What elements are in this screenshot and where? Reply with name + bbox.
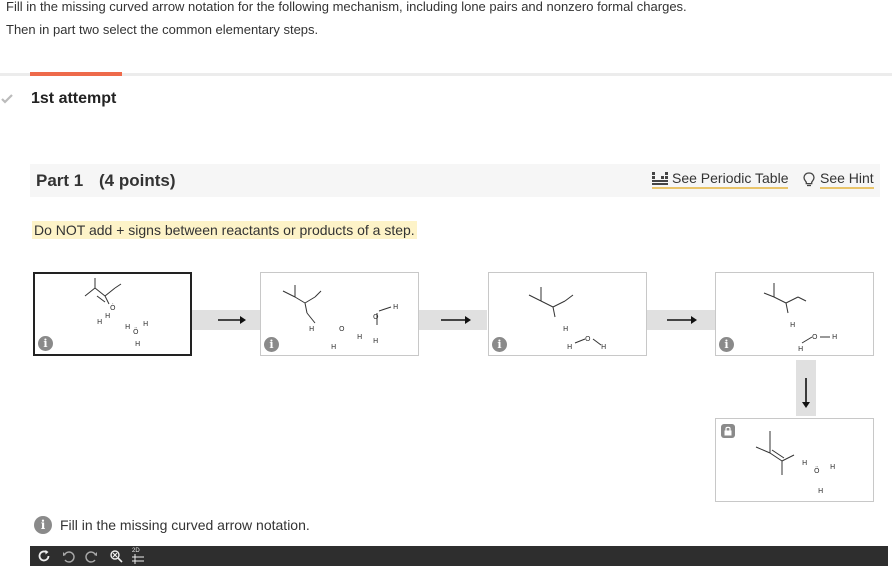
svg-text:H: H <box>798 345 803 353</box>
svg-text:H: H <box>143 320 148 328</box>
attempt-tab-accent <box>30 72 122 76</box>
step-4-info-icon[interactable]: i <box>719 337 734 352</box>
step-1-info-icon[interactable]: i <box>38 336 53 351</box>
svg-text:Ȯ: Ȯ <box>110 303 116 312</box>
svg-text:O: O <box>585 335 591 343</box>
hint-link[interactable]: See Hint <box>803 170 874 189</box>
svg-text:H: H <box>601 343 606 351</box>
step-3-canvas[interactable]: H O H H i <box>488 272 647 356</box>
editor-toolbar: 2D <box>30 546 888 566</box>
svg-text:H: H <box>790 321 795 329</box>
svg-text:H: H <box>563 325 568 333</box>
step-3-structure: H O H H <box>528 287 606 351</box>
svg-text:H: H <box>393 303 398 311</box>
step-1-canvas[interactable]: HȮ HH ÖH H i <box>33 272 192 356</box>
svg-text:H: H <box>97 318 102 326</box>
lightbulb-icon <box>803 172 815 187</box>
step-2-structure: H O H H O H H <box>282 285 398 351</box>
step-arrow-1 <box>192 310 260 330</box>
svg-text:H: H <box>331 343 336 351</box>
step-5-canvas[interactable]: HÖ HH <box>715 418 874 502</box>
svg-text:O: O <box>339 325 345 333</box>
step-arrow-3 <box>647 310 715 330</box>
svg-text:H: H <box>802 459 807 467</box>
step-4-canvas[interactable]: H O H H i <box>715 272 874 356</box>
attempt-divider <box>0 73 892 76</box>
zoom-icon[interactable] <box>108 548 124 564</box>
attempt-title[interactable]: 1st attempt <box>31 90 116 108</box>
warning-note: Do NOT add + signs between reactants or … <box>32 221 417 239</box>
step-arrow-4 <box>796 360 816 416</box>
svg-text:H: H <box>373 337 378 345</box>
instruction-line-1: Fill in the missing curved arrow notatio… <box>6 0 687 14</box>
svg-text:H: H <box>832 333 837 341</box>
svg-text:H: H <box>105 312 110 320</box>
part-title: Part 1 <box>36 171 84 190</box>
part-points: (4 points) <box>99 171 176 190</box>
svg-text:H: H <box>309 325 314 333</box>
svg-text:H: H <box>818 487 823 495</box>
step-5-structure: HÖ HH <box>755 431 835 495</box>
svg-text:O: O <box>812 333 818 341</box>
step-5-lock-icon <box>721 424 735 438</box>
refresh-icon[interactable] <box>36 548 52 564</box>
redo-icon[interactable] <box>84 548 100 564</box>
periodic-table-label: See Periodic Table <box>672 170 789 186</box>
fill-note-text: Fill in the missing curved arrow notatio… <box>60 517 310 533</box>
undo-icon[interactable] <box>60 548 76 564</box>
periodic-table-link[interactable]: See Periodic Table <box>652 170 789 189</box>
step-2-canvas[interactable]: H O H H O H H i <box>260 272 419 356</box>
svg-text:Ö: Ö <box>133 327 139 336</box>
svg-text:H: H <box>135 340 140 348</box>
step-2-info-icon[interactable]: i <box>264 337 279 352</box>
2d-view-icon[interactable]: 2D <box>132 548 148 564</box>
svg-text:Ö: Ö <box>814 466 820 475</box>
instruction-line-2: Then in part two select the common eleme… <box>6 22 319 37</box>
periodic-table-icon <box>652 171 668 185</box>
step-3-info-icon[interactable]: i <box>492 337 507 352</box>
hint-label: See Hint <box>820 170 874 189</box>
svg-text:O: O <box>373 313 379 321</box>
check-icon <box>1 94 13 104</box>
svg-text:H: H <box>357 333 362 341</box>
step-4-structure: H O H H <box>763 283 837 353</box>
step-arrow-2 <box>419 310 487 330</box>
fill-note: i Fill in the missing curved arrow notat… <box>34 516 310 534</box>
svg-text:H: H <box>830 463 835 471</box>
step-1-structure: HȮ HH ÖH H <box>84 278 148 348</box>
svg-text:H: H <box>125 323 130 331</box>
info-icon: i <box>34 516 52 534</box>
svg-text:H: H <box>567 343 572 351</box>
